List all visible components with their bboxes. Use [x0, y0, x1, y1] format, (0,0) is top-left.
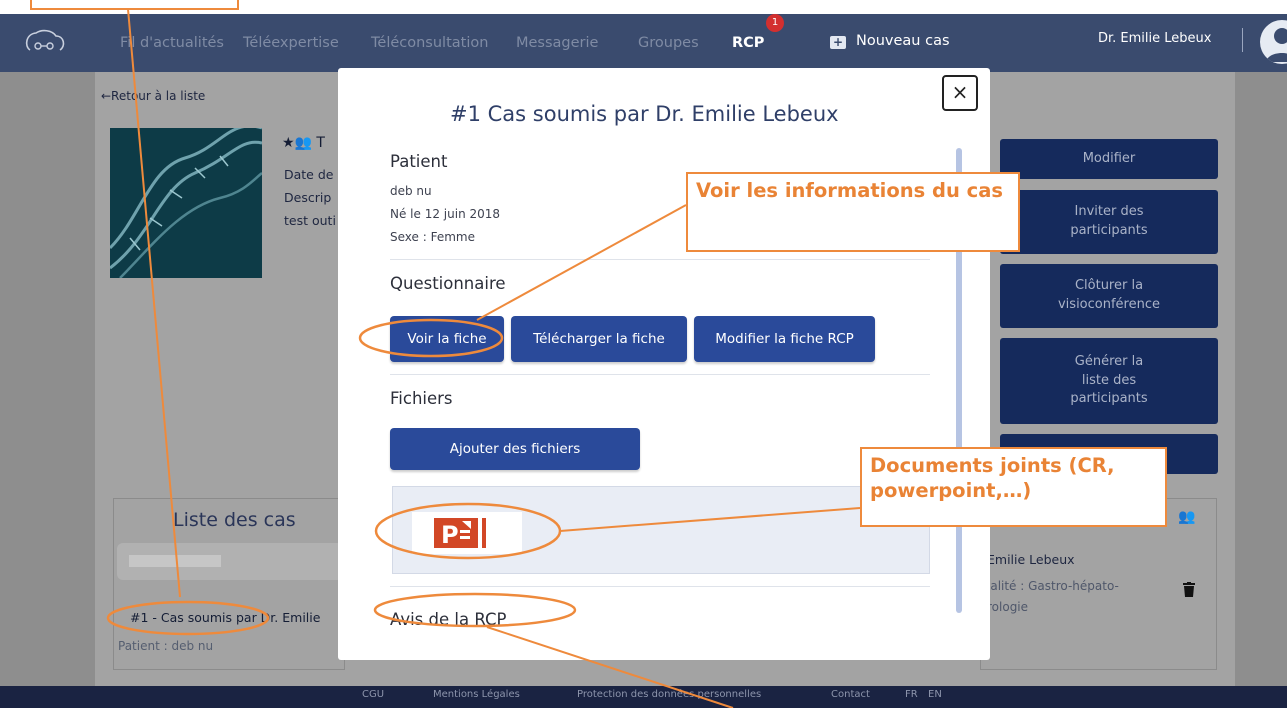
annotation-ellipse-file — [374, 502, 562, 560]
annotation-layer — [30, 0, 861, 708]
annotation-line-documents — [559, 507, 861, 532]
annotation-line-case-list — [127, 8, 181, 598]
annotation-ellipse-view-form — [358, 318, 504, 358]
annotation-ellipse-case-item — [106, 600, 270, 636]
callout-view-info: Voir les informations du cas — [686, 172, 1020, 252]
annotation-ellipse-avis — [373, 592, 577, 628]
callout-attachments: Documents joints (CR, powerpoint,…) — [860, 447, 1167, 527]
annotation-top-box — [30, 0, 239, 10]
annotation-line-view-info — [476, 204, 687, 321]
annotation-line-avis — [486, 626, 734, 708]
